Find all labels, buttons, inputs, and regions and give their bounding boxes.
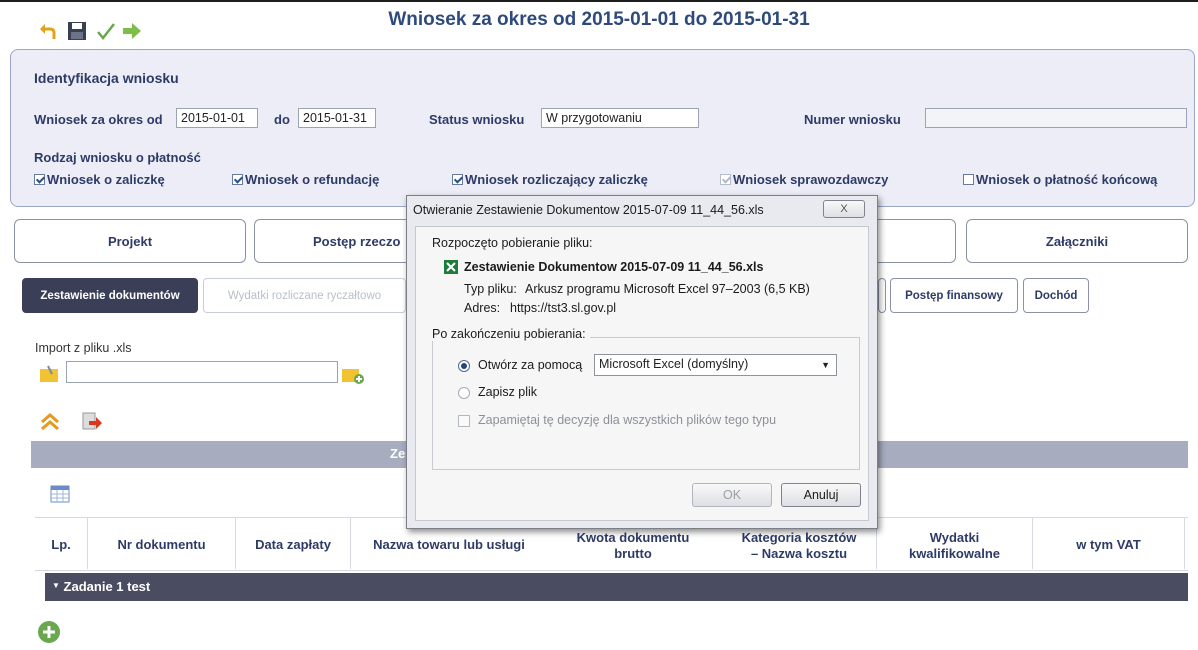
collapse-icon[interactable] — [40, 413, 60, 435]
download-started-text: Rozpoczęto pobieranie pliku: — [432, 236, 593, 250]
type-report-label: Wniosek sprawozdawczy — [733, 172, 889, 187]
header-kategoria-line2: – Nazwa kosztu — [750, 546, 848, 561]
import-upload-icon[interactable] — [341, 364, 365, 390]
type-advance[interactable]: Wniosek o zaliczkę — [34, 172, 165, 187]
excel-file-icon — [443, 259, 459, 279]
type-label: Rodzaj wniosku o płatność — [34, 150, 201, 165]
tab-projekt[interactable]: Projekt — [14, 219, 246, 263]
subtab-zestawienie[interactable]: Zestawienie dokumentów — [22, 278, 198, 313]
type-settlement[interactable]: Wniosek rozliczający zaliczkę — [452, 172, 648, 187]
checkbox-report — [720, 174, 731, 185]
ok-button[interactable]: OK — [692, 483, 772, 507]
header-kategoria-line1: Kategoria kosztów — [741, 530, 857, 545]
chevron-down-icon: ▼ — [821, 360, 830, 370]
type-settlement-label: Wniosek rozliczający zaliczkę — [465, 172, 648, 187]
import-file-input[interactable] — [66, 361, 338, 383]
import-label: Import z pliku .xls — [35, 341, 132, 355]
period-to-label: do — [274, 112, 290, 127]
type-advance-label: Wniosek o zaliczkę — [47, 172, 165, 187]
expand-arrow-icon: ▼ — [52, 581, 60, 590]
type-report: Wniosek sprawozdawczy — [720, 172, 888, 187]
header-vat: w tym VAT — [1076, 537, 1141, 552]
group-row[interactable] — [45, 573, 1188, 601]
number-label: Numer wniosku — [804, 112, 901, 127]
open-with-radio[interactable] — [458, 360, 470, 372]
file-type-value: Arkusz programu Microsoft Excel 97–2003 … — [525, 282, 810, 296]
save-file-label[interactable]: Zapisz plik — [478, 385, 537, 399]
application-select-value: Microsoft Excel (domyślny) — [599, 357, 749, 371]
table-settings-icon[interactable] — [50, 484, 70, 508]
col-divider — [1184, 517, 1185, 569]
group-row-label[interactable]: ▼ Zadanie 1 test — [52, 579, 150, 594]
dialog-title: Otwieranie Zestawienie Dokumentow 2015-0… — [413, 203, 764, 217]
after-download-label: Po zakończeniu pobierania: — [432, 327, 590, 341]
header-nazwa-towaru: Nazwa towaru lub usługi — [373, 537, 525, 552]
header-nr-dokumentu: Nr dokumentu — [117, 537, 206, 552]
subtab-hidden[interactable] — [878, 278, 886, 313]
group-row-title: Zadanie 1 test — [63, 579, 151, 594]
attach-icon[interactable] — [38, 364, 62, 388]
header-wydatki-line2: kwalifikowalne — [908, 546, 1001, 561]
add-row-icon[interactable] — [36, 619, 62, 649]
subtab-dochod[interactable]: Dochód — [1023, 278, 1089, 313]
header-wydatki-line1: Wydatki — [929, 530, 980, 545]
header-data-zaplaty: Data zapłaty — [255, 537, 331, 552]
download-dialog: Otwieranie Zestawienie Dokumentow 2015-0… — [406, 195, 878, 529]
cancel-button[interactable]: Anuluj — [781, 483, 861, 507]
period-to-field[interactable]: 2015-01-31 — [298, 108, 376, 128]
remember-checkbox — [458, 415, 470, 427]
type-refund-label: Wniosek o refundację — [245, 172, 380, 187]
tab-postep-rzeczowy[interactable]: Postęp rzeczo — [254, 219, 424, 263]
type-final[interactable]: Wniosek o płatność końcową — [963, 172, 1157, 187]
number-field — [925, 108, 1187, 128]
type-final-label: Wniosek o płatność końcową — [976, 172, 1158, 187]
top-border — [0, 0, 1198, 2]
subtab-postep-finansowy[interactable]: Postęp finansowy — [890, 278, 1018, 313]
file-name: Zestawienie Dokumentow 2015-07-09 11_44_… — [464, 260, 764, 274]
type-refund[interactable]: Wniosek o refundację — [232, 172, 379, 187]
remember-label: Zapamiętaj tę decyzję dla wszystkich pli… — [478, 413, 777, 427]
checkbox-settlement[interactable] — [452, 174, 463, 185]
header-kwota-line1: Kwota dokumentu — [576, 530, 690, 545]
open-with-label[interactable]: Otwórz za pomocą — [478, 358, 582, 372]
address-value: https://tst3.sl.gov.pl — [510, 301, 617, 315]
identification-header: Identyfikacja wniosku — [34, 70, 179, 86]
export-icon[interactable] — [82, 411, 102, 437]
tab-zalaczniki[interactable]: Załączniki — [966, 219, 1188, 263]
period-from-label: Wniosek za okres od — [34, 112, 163, 127]
status-label: Status wniosku — [429, 112, 525, 127]
checkbox-refund[interactable] — [232, 174, 243, 185]
header-lp: Lp. — [51, 537, 71, 552]
subtab-wydatki-ryczaltowe[interactable]: Wydatki rozliczane ryczałtowo — [203, 278, 406, 313]
address-label: Adres: — [464, 301, 501, 315]
header-kwota-line2: brutto — [614, 546, 652, 561]
application-select[interactable]: Microsoft Excel (domyślny) ▼ — [594, 354, 837, 376]
status-field: W przygotowaniu — [541, 108, 699, 128]
period-from-field[interactable]: 2015-01-01 — [176, 108, 258, 128]
dialog-body: Rozpoczęto pobieranie pliku: Zestawienie… — [415, 226, 869, 521]
close-button[interactable]: X — [823, 200, 865, 218]
checkbox-final[interactable] — [963, 174, 974, 185]
save-file-radio[interactable] — [458, 387, 470, 399]
page-title: Wniosek za okres od 2015-01-01 do 2015-0… — [388, 9, 810, 30]
checkbox-advance[interactable] — [34, 174, 45, 185]
file-type-label: Typ pliku: — [464, 282, 517, 296]
